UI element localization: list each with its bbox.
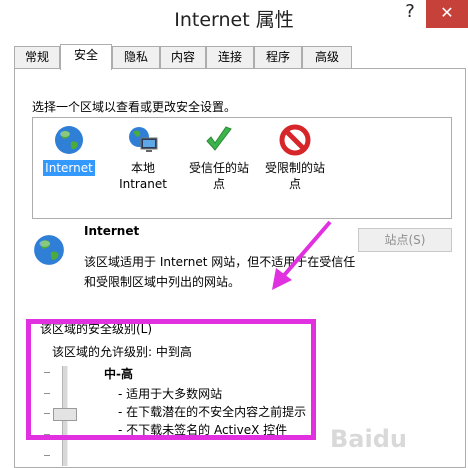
watermark: Baidu <box>330 425 407 453</box>
tab-security[interactable]: 安全 <box>60 44 112 70</box>
